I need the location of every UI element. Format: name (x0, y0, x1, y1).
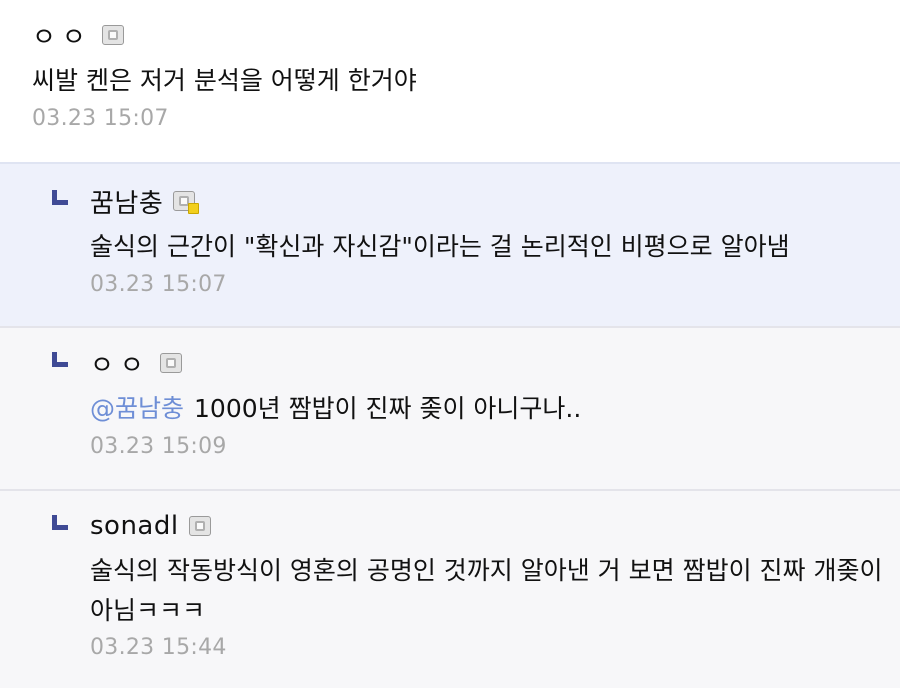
member-badge-icon (159, 353, 182, 373)
reply-nickname[interactable]: sonadl (90, 511, 179, 541)
comment-timestamp: 03.23 15:07 (32, 106, 169, 131)
reply-item: 꿈남충 술식의 근간이 "확신과 자신감"이라는 걸 논리적인 비평으로 알아냄… (0, 162, 900, 326)
reply-header: 꿈남충 (48, 183, 900, 220)
reply-header: sonadl (48, 509, 900, 543)
member-badge-icon (188, 516, 211, 536)
reply-text: 술식의 근간이 "확신과 자신감"이라는 걸 논리적인 비평으로 알아냄 (90, 232, 790, 261)
reply-text: 1000년 짬밥이 진짜 좆이 아니구나.. (194, 394, 582, 423)
reply-item: sonadl 술식의 작동방식이 영혼의 공명인 것까지 알아낸 거 보면 짬밥… (0, 489, 900, 688)
reply-arrow-icon (48, 346, 76, 380)
reply-nickname[interactable]: ㅇㅇ (90, 345, 150, 382)
reply-timestamp: 03.23 15:09 (90, 434, 227, 459)
reply-timestamp: 03.23 15:07 (90, 272, 227, 297)
comment-header: ㅇㅇ (32, 17, 900, 54)
comment-item: ㅇㅇ 씨발 켄은 저거 분석을 어떻게 한거야 03.23 15:07 (0, 0, 900, 162)
member-badge-icon (173, 191, 200, 214)
reply-header: ㅇㅇ (48, 345, 900, 382)
badge-star-icon (188, 203, 200, 214)
comment-nickname[interactable]: ㅇㅇ (32, 17, 92, 54)
reply-text-container: @꿈남충 1000년 짬밥이 진짜 좆이 아니구나.. (90, 388, 900, 430)
reply-arrow-icon (48, 509, 76, 543)
comment-text: 씨발 켄은 저거 분석을 어떻게 한거야 (32, 66, 417, 95)
reply-mention[interactable]: @꿈남충 (90, 394, 184, 423)
reply-timestamp: 03.23 15:44 (90, 635, 227, 660)
reply-nickname[interactable]: 꿈남충 (90, 183, 163, 220)
reply-item: ㅇㅇ @꿈남충 1000년 짬밥이 진짜 좆이 아니구나.. 03.23 15:0… (0, 326, 900, 489)
reply-arrow-icon (48, 184, 76, 218)
member-badge-icon (101, 25, 124, 45)
reply-text: 술식의 작동방식이 영혼의 공명인 것까지 알아낸 거 보면 짬밥이 진짜 개좆… (90, 556, 883, 625)
